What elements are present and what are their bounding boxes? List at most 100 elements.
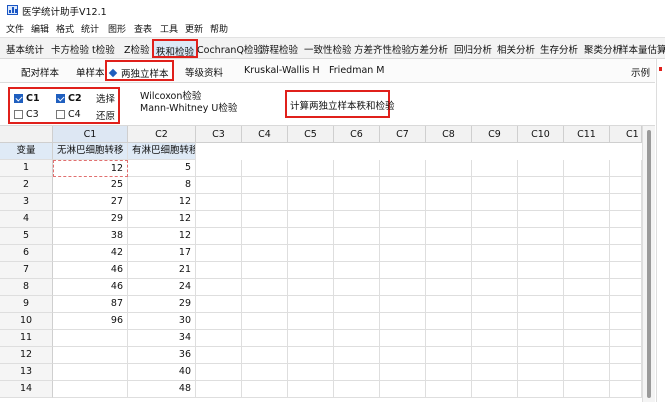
empty-cell[interactable] <box>518 330 564 347</box>
empty-cell[interactable] <box>426 364 472 381</box>
empty-cell[interactable] <box>610 194 642 211</box>
c3-checkbox[interactable] <box>14 110 23 119</box>
empty-cell[interactable] <box>472 177 518 194</box>
empty-cell[interactable] <box>334 228 380 245</box>
column-header-c11[interactable]: C11 <box>564 126 610 143</box>
scrollbar-thumb[interactable] <box>647 130 651 398</box>
row-number[interactable]: 2 <box>0 177 53 194</box>
empty-cell[interactable] <box>242 262 288 279</box>
tab-runs-test[interactable]: 游程检验 <box>260 42 298 56</box>
empty-cell[interactable] <box>380 177 426 194</box>
cell-c2[interactable]: 29 <box>128 296 196 313</box>
empty-cell[interactable] <box>196 160 242 177</box>
empty-cell[interactable] <box>334 194 380 211</box>
empty-cell[interactable] <box>472 194 518 211</box>
empty-cell[interactable] <box>426 381 472 398</box>
empty-cell[interactable] <box>518 313 564 330</box>
empty-cell[interactable] <box>288 160 334 177</box>
cell-c1[interactable]: 87 <box>53 296 128 313</box>
empty-cell[interactable] <box>288 245 334 262</box>
empty-cell[interactable] <box>196 330 242 347</box>
empty-cell[interactable] <box>610 381 642 398</box>
empty-cell[interactable] <box>564 381 610 398</box>
cell-c1[interactable]: 38 <box>53 228 128 245</box>
cell-c1[interactable]: 25 <box>53 177 128 194</box>
column-header-c7[interactable]: C7 <box>380 126 426 143</box>
empty-cell[interactable] <box>196 347 242 364</box>
tab-correlation[interactable]: 相关分析 <box>497 42 535 56</box>
empty-cell[interactable] <box>334 296 380 313</box>
empty-cell[interactable] <box>426 160 472 177</box>
menu-lookup[interactable]: 查表 <box>134 22 152 35</box>
cell-c1[interactable] <box>53 330 128 347</box>
variable-name-c2[interactable]: 有淋巴细胞转移 <box>128 143 196 160</box>
subtab-one-sample[interactable]: 单样本 <box>76 65 105 79</box>
empty-cell[interactable] <box>518 364 564 381</box>
empty-cell[interactable] <box>564 347 610 364</box>
empty-cell[interactable] <box>196 296 242 313</box>
empty-cell[interactable] <box>196 177 242 194</box>
empty-cell[interactable] <box>288 296 334 313</box>
empty-cell[interactable] <box>196 262 242 279</box>
tab-chi-square[interactable]: 卡方检验 <box>51 42 89 56</box>
empty-cell[interactable] <box>288 381 334 398</box>
empty-cell[interactable] <box>564 330 610 347</box>
menu-stats[interactable]: 统计 <box>81 22 99 35</box>
row-number[interactable]: 14 <box>0 381 53 398</box>
menu-edit[interactable]: 编辑 <box>31 22 49 35</box>
empty-cell[interactable] <box>610 347 642 364</box>
empty-cell[interactable] <box>380 160 426 177</box>
cell-c2[interactable]: 12 <box>128 211 196 228</box>
empty-cell[interactable] <box>564 228 610 245</box>
row-number[interactable]: 10 <box>0 313 53 330</box>
empty-cell[interactable] <box>380 245 426 262</box>
empty-cell[interactable] <box>380 330 426 347</box>
empty-cell[interactable] <box>242 279 288 296</box>
empty-cell[interactable] <box>334 262 380 279</box>
empty-cell[interactable] <box>196 381 242 398</box>
c4-checkbox[interactable] <box>56 110 65 119</box>
column-header-c1[interactable]: C1 <box>53 126 128 143</box>
variable-name-c1[interactable]: 无淋巴细胞转移 <box>53 143 128 160</box>
column-header-c5[interactable]: C5 <box>288 126 334 143</box>
empty-cell[interactable] <box>564 262 610 279</box>
empty-cell[interactable] <box>196 313 242 330</box>
subtab-ranked-data[interactable]: 等级资料 <box>185 65 223 79</box>
empty-cell[interactable] <box>334 245 380 262</box>
empty-cell[interactable] <box>610 245 642 262</box>
empty-cell[interactable] <box>472 330 518 347</box>
empty-cell[interactable] <box>610 364 642 381</box>
empty-cell[interactable] <box>242 245 288 262</box>
empty-cell[interactable] <box>610 177 642 194</box>
tab-sample-size[interactable]: 样本量估算 <box>619 42 665 56</box>
empty-cell[interactable] <box>564 296 610 313</box>
tab-t-test[interactable]: t检验 <box>92 42 115 56</box>
empty-cell[interactable] <box>242 194 288 211</box>
row-number[interactable]: 8 <box>0 279 53 296</box>
column-header-c6[interactable]: C6 <box>334 126 380 143</box>
empty-cell[interactable] <box>564 160 610 177</box>
empty-cell[interactable] <box>380 381 426 398</box>
empty-cell[interactable] <box>472 228 518 245</box>
empty-cell[interactable] <box>380 296 426 313</box>
empty-cell[interactable] <box>472 262 518 279</box>
empty-cell[interactable] <box>518 279 564 296</box>
menu-help[interactable]: 帮助 <box>210 22 228 35</box>
empty-cell[interactable] <box>610 228 642 245</box>
cell-c1[interactable] <box>53 364 128 381</box>
empty-cell[interactable] <box>518 160 564 177</box>
empty-cell[interactable] <box>426 296 472 313</box>
empty-cell[interactable] <box>334 279 380 296</box>
empty-cell[interactable] <box>288 194 334 211</box>
empty-cell[interactable] <box>242 160 288 177</box>
select-button[interactable]: 选择 <box>96 91 115 105</box>
cell-c1[interactable]: 42 <box>53 245 128 262</box>
cell-c1[interactable]: 46 <box>53 279 128 296</box>
empty-cell[interactable] <box>426 228 472 245</box>
vertical-scrollbar[interactable] <box>642 126 655 402</box>
row-number[interactable]: 12 <box>0 347 53 364</box>
tab-agreement-test[interactable]: 一致性检验 <box>304 42 352 56</box>
tab-basic-stats[interactable]: 基本统计 <box>6 42 44 56</box>
menu-format[interactable]: 格式 <box>56 22 74 35</box>
tab-anova[interactable]: 方差分析 <box>410 42 448 56</box>
